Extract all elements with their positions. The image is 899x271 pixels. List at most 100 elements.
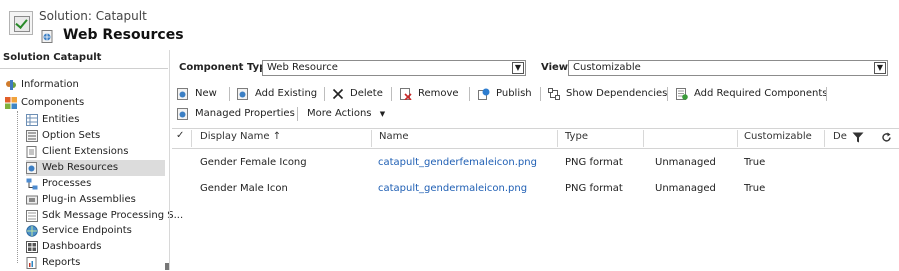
sidebar-item-label: Service Endpoints: [42, 225, 132, 236]
chevron-down-icon[interactable]: ▼: [874, 62, 886, 74]
column-header-de[interactable]: De: [833, 131, 847, 142]
sidebar-item-label: Sdk Message Processing S...: [42, 210, 184, 221]
component-type-select[interactable]: Web Resource ▼: [262, 60, 526, 76]
add-existing-icon: [237, 88, 248, 100]
delete-button[interactable]: Delete: [332, 86, 386, 102]
cell-type: PNG format: [565, 157, 623, 168]
plugin-assemblies-icon: [26, 195, 38, 205]
processes-icon: [26, 178, 38, 190]
column-separator: [191, 130, 192, 147]
toolbar-separator: [540, 87, 541, 101]
table-row[interactable]: Gender Female Icong catapult_genderfemal…: [172, 154, 899, 174]
sidebar-item-components[interactable]: Components: [5, 95, 165, 111]
column-separator: [737, 130, 738, 147]
managed-properties-button[interactable]: Managed Properties: [177, 106, 295, 122]
sidebar-item-client-extensions[interactable]: Client Extensions: [26, 144, 165, 160]
delete-label: Delete: [350, 88, 383, 99]
entities-icon: [26, 114, 38, 126]
view-value: Customizable: [573, 62, 641, 73]
toolbar-separator: [229, 87, 230, 101]
column-separator: [824, 130, 825, 147]
chevron-down-icon[interactable]: ▼: [512, 62, 524, 74]
sidebar-item-option-sets[interactable]: Option Sets: [26, 128, 165, 144]
add-required-components-button[interactable]: Add Required Components: [676, 86, 828, 102]
more-actions-label: More Actions: [307, 108, 372, 119]
grid-header-bottom-border: [172, 148, 899, 149]
sidebar-item-label: Web Resources: [42, 162, 119, 173]
sidebar-item-label: Components: [21, 97, 85, 108]
cell-customizable: True: [744, 157, 766, 168]
toolbar-separator: [826, 87, 827, 101]
sidebar-item-processes[interactable]: Processes: [26, 176, 165, 192]
components-icon: [5, 97, 17, 109]
information-icon: [6, 80, 16, 90]
sidebar-item-plugin-assemblies[interactable]: Plug-in Assemblies: [26, 192, 165, 208]
more-actions-button[interactable]: More Actions ▼: [307, 106, 387, 122]
sidebar-item-entities[interactable]: Entities: [26, 112, 165, 128]
column-header-type[interactable]: Type: [565, 131, 588, 142]
refresh-icon[interactable]: [881, 132, 892, 143]
grid-header-top-border: [172, 128, 899, 129]
select-all-checkbox[interactable]: ✓: [176, 130, 184, 141]
cell-name-link[interactable]: catapult_gendermaleicon.png: [378, 183, 527, 194]
sidebar-item-label: Plug-in Assemblies: [42, 194, 136, 205]
chevron-down-icon: ▼: [379, 110, 386, 118]
sidebar-item-web-resources[interactable]: Web Resources: [26, 160, 165, 176]
column-header-customizable[interactable]: Customizable: [744, 131, 812, 142]
sidebar-item-reports[interactable]: Reports: [26, 255, 165, 271]
table-row[interactable]: Gender Male Icon catapult_gendermaleicon…: [172, 180, 899, 200]
dependencies-icon: [548, 88, 560, 100]
sidebar-item-label: Processes: [42, 178, 92, 189]
column-separator: [557, 130, 558, 147]
cell-state: Unmanaged: [655, 157, 716, 168]
web-resource-icon: [41, 30, 53, 43]
web-resources-icon: [26, 162, 37, 174]
cell-display-name: Gender Female Icong: [200, 157, 307, 168]
toolbar-separator: [391, 87, 392, 101]
column-header-display-name[interactable]: Display Name ↑: [200, 131, 281, 142]
remove-label: Remove: [418, 88, 459, 99]
show-dependencies-button[interactable]: Show Dependencies: [548, 86, 667, 102]
sidebar-title-divider: [0, 68, 168, 69]
cell-name-link[interactable]: catapult_genderfemaleicon.png: [378, 157, 537, 168]
toolbar-separator: [667, 87, 668, 101]
sidebar-item-service-endpoints[interactable]: Service Endpoints: [26, 223, 165, 239]
sidebar-item-information[interactable]: Information: [5, 77, 165, 93]
column-header-name[interactable]: Name: [379, 131, 409, 142]
sidebar-item-label: Dashboards: [42, 241, 102, 252]
column-separator: [643, 130, 644, 147]
sidebar-item-label: Client Extensions: [42, 146, 129, 157]
sdk-message-icon: [26, 210, 38, 222]
sidebar-item-label: Reports: [42, 257, 81, 268]
managed-properties-label: Managed Properties: [195, 108, 295, 119]
cell-display-name: Gender Male Icon: [200, 183, 288, 194]
publish-button[interactable]: Publish: [478, 86, 533, 102]
option-sets-icon: [26, 130, 38, 142]
toolbar-separator: [469, 87, 470, 101]
reports-icon: [26, 257, 37, 269]
component-type-value: Web Resource: [267, 62, 338, 73]
column-separator: [371, 130, 372, 147]
cell-state: Unmanaged: [655, 183, 716, 194]
publish-icon: [478, 88, 490, 100]
managed-properties-icon: [177, 108, 188, 120]
sidebar-title: Solution Catapult: [3, 52, 102, 63]
toolbar-separator: [324, 87, 325, 101]
show-dependencies-label: Show Dependencies: [566, 88, 668, 99]
solution-subtitle: Solution: Catapult: [39, 9, 147, 23]
cell-type: PNG format: [565, 183, 623, 194]
add-existing-button[interactable]: Add Existing: [237, 86, 322, 102]
filter-icon[interactable]: [852, 132, 864, 143]
component-type-label: Component Type: [179, 62, 274, 73]
sidebar-item-sdk-message-processing[interactable]: Sdk Message Processing S...: [26, 208, 183, 224]
sidebar-item-dashboards[interactable]: Dashboards: [26, 239, 165, 255]
sidebar-divider: [169, 50, 170, 270]
view-select[interactable]: Customizable ▼: [568, 60, 888, 76]
sidebar-item-label: Information: [21, 79, 79, 90]
new-button[interactable]: New: [177, 86, 225, 102]
delete-icon: [332, 88, 344, 100]
tree-guide-line: [17, 111, 19, 263]
remove-button[interactable]: Remove: [400, 86, 460, 102]
add-required-label: Add Required Components: [694, 88, 828, 99]
dashboards-icon: [26, 241, 38, 253]
